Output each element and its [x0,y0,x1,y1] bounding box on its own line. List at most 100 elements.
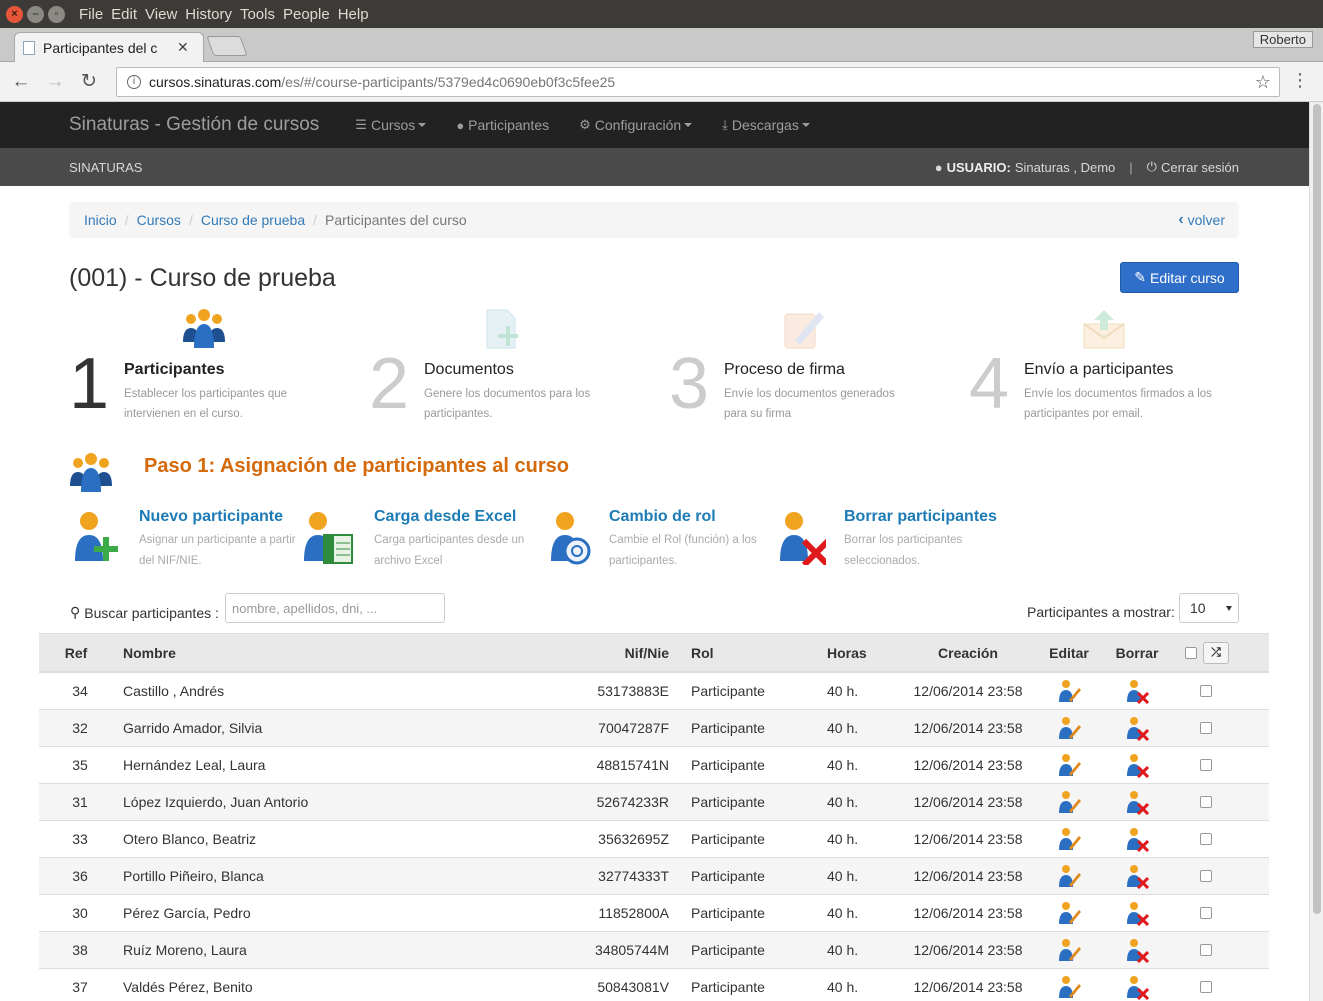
col-horas[interactable]: Horas [827,634,867,671]
os-menu-history[interactable]: History [185,6,232,23]
cell-horas: 40 h. [827,683,859,699]
delete-user-icon[interactable] [1113,932,1161,968]
table-row: 34 Castillo , Andrés 53173883E Participante… [39,673,1269,710]
cell-creacion: 12/06/2014 23:58 [913,942,1023,958]
profile-button[interactable]: Roberto [1252,31,1313,48]
step-description: Establecer los participantes que intervi… [124,388,288,420]
col-creacion[interactable]: Creación [909,634,1027,671]
cell-creacion: 12/06/2014 23:58 [913,757,1023,773]
tab-close-icon[interactable]: ✕ [177,39,189,56]
row-checkbox[interactable] [1200,870,1212,882]
cell-nif: 32774333T [598,868,669,884]
delete-user-icon[interactable] [1113,895,1161,931]
page-title: (001) - Curso de prueba [69,264,336,292]
step-1[interactable]: 1 Participantes Establecer los participa… [69,300,369,430]
edit-user-icon[interactable] [1049,895,1089,931]
nav-configuracion[interactable]: ⚙ Configuración [579,117,693,133]
cell-rol: Participante [691,757,765,773]
user-label: USUARIO: [946,159,1011,175]
delete-user-icon[interactable] [1113,821,1161,857]
col-rol[interactable]: Rol [691,634,714,671]
step-2[interactable]: 2 Documentos Genere los documentos para … [369,300,669,430]
window-close-icon[interactable]: × [6,5,23,23]
edit-user-icon[interactable] [1049,821,1089,857]
action-excel-upload[interactable]: Carga desde Excel Carga participantes de… [304,505,534,575]
breadcrumb-inicio[interactable]: Inicio [84,212,117,228]
back-link[interactable]: ‹ volver [1178,211,1225,229]
delete-user-icon[interactable] [1113,710,1161,746]
edit-user-icon[interactable] [1049,858,1089,894]
row-checkbox[interactable] [1200,796,1212,808]
os-menu-people[interactable]: People [283,6,330,23]
caret-down-icon [418,123,427,127]
show-count-select[interactable]: 10 [1179,593,1239,623]
window-minimize-icon[interactable]: – [27,5,44,23]
breadcrumb-curso[interactable]: Curso de prueba [201,212,305,228]
window-maximize-icon[interactable]: ▫ [48,5,65,23]
action-change-role[interactable]: Cambio de rol Cambie el Rol (función) a … [539,505,769,575]
forward-arrow-icon[interactable]: → [42,71,68,93]
shuffle-icon[interactable]: ⤮ [1203,641,1229,664]
back-arrow-icon[interactable]: ← [8,71,34,93]
step-4[interactable]: 4 Envío a participantes Envíe los docume… [969,300,1269,430]
os-menu-edit[interactable]: Edit [111,6,137,23]
edit-course-label: Editar curso [1150,269,1225,286]
row-checkbox-cell [1199,710,1213,746]
delete-user-icon[interactable] [1113,673,1161,709]
os-menu-view[interactable]: View [145,6,177,23]
nav-descargas[interactable]: ⤓ Descargas [722,117,810,133]
os-menu-help[interactable]: Help [338,6,369,23]
row-checkbox[interactable] [1200,944,1212,956]
action-delete-participants[interactable]: Borrar participantes Borrar los particip… [774,505,1004,575]
search-input[interactable] [225,593,445,623]
nav-participantes[interactable]: ● Participantes [456,117,549,133]
row-checkbox[interactable] [1200,907,1212,919]
site-info-icon[interactable]: i [127,75,141,89]
os-menu-tools[interactable]: Tools [240,6,275,23]
edit-user-icon[interactable] [1049,932,1089,968]
os-menu-file[interactable]: File [79,6,103,23]
edit-user-icon[interactable] [1049,747,1089,783]
delete-user-icon[interactable] [1113,858,1161,894]
scrollbar-thumb[interactable] [1313,104,1321,914]
delete-user-icon[interactable] [1113,747,1161,783]
action-new-participant[interactable]: Nuevo participante Asignar un participan… [69,505,299,575]
show-count-label: Participantes a mostrar: [1027,604,1175,620]
change-role-icon [551,512,591,565]
step-3[interactable]: 3 Proceso de firma Envíe los documentos … [669,300,969,430]
cell-name: Ruíz Moreno, Laura [123,942,247,958]
delete-user-icon[interactable] [1113,969,1161,1001]
url-bar[interactable]: i cursos.sinaturas.com/es/#/course-parti… [116,67,1280,97]
row-checkbox[interactable] [1200,981,1212,993]
new-tab-button[interactable] [206,36,248,56]
show-count-value: 10 [1190,600,1206,616]
browser-menu-icon[interactable]: ⋮ [1291,70,1309,91]
edit-user-icon[interactable] [1049,710,1089,746]
browser-tab[interactable]: Participantes del c ✕ [14,32,204,62]
app-brand[interactable]: Sinaturas - Gestión de cursos [69,114,319,136]
row-checkbox[interactable] [1200,722,1212,734]
nav-cursos[interactable]: ☰ Cursos [355,117,427,133]
row-checkbox[interactable] [1200,833,1212,845]
delete-user-icon[interactable] [1113,784,1161,820]
page-scrollbar[interactable] [1309,102,1323,1001]
bookmark-star-icon[interactable]: ☆ [1255,72,1271,93]
breadcrumb-cursos[interactable]: Cursos [137,212,181,228]
edit-user-icon[interactable] [1049,784,1089,820]
edit-course-button[interactable]: ✎ Editar curso [1120,262,1239,293]
cell-rol: Participante [691,794,765,810]
row-checkbox[interactable] [1200,759,1212,771]
logout-link[interactable]: Cerrar sesión [1161,160,1239,175]
select-all-checkbox[interactable] [1185,646,1197,659]
reload-icon[interactable]: ↻ [76,70,102,93]
edit-user-icon[interactable] [1049,673,1089,709]
cell-horas: 40 h. [827,757,859,773]
cell-horas: 40 h. [827,794,859,810]
col-name[interactable]: Nombre [123,634,176,671]
col-nif[interactable]: Nif/Nie [579,634,669,671]
row-checkbox[interactable] [1200,685,1212,697]
edit-user-icon[interactable] [1049,969,1089,1001]
col-ref[interactable]: Ref [61,634,91,671]
table-row: 38 Ruíz Moreno, Laura 34805744M Participant… [39,932,1269,969]
row-checkbox-cell [1199,821,1213,857]
